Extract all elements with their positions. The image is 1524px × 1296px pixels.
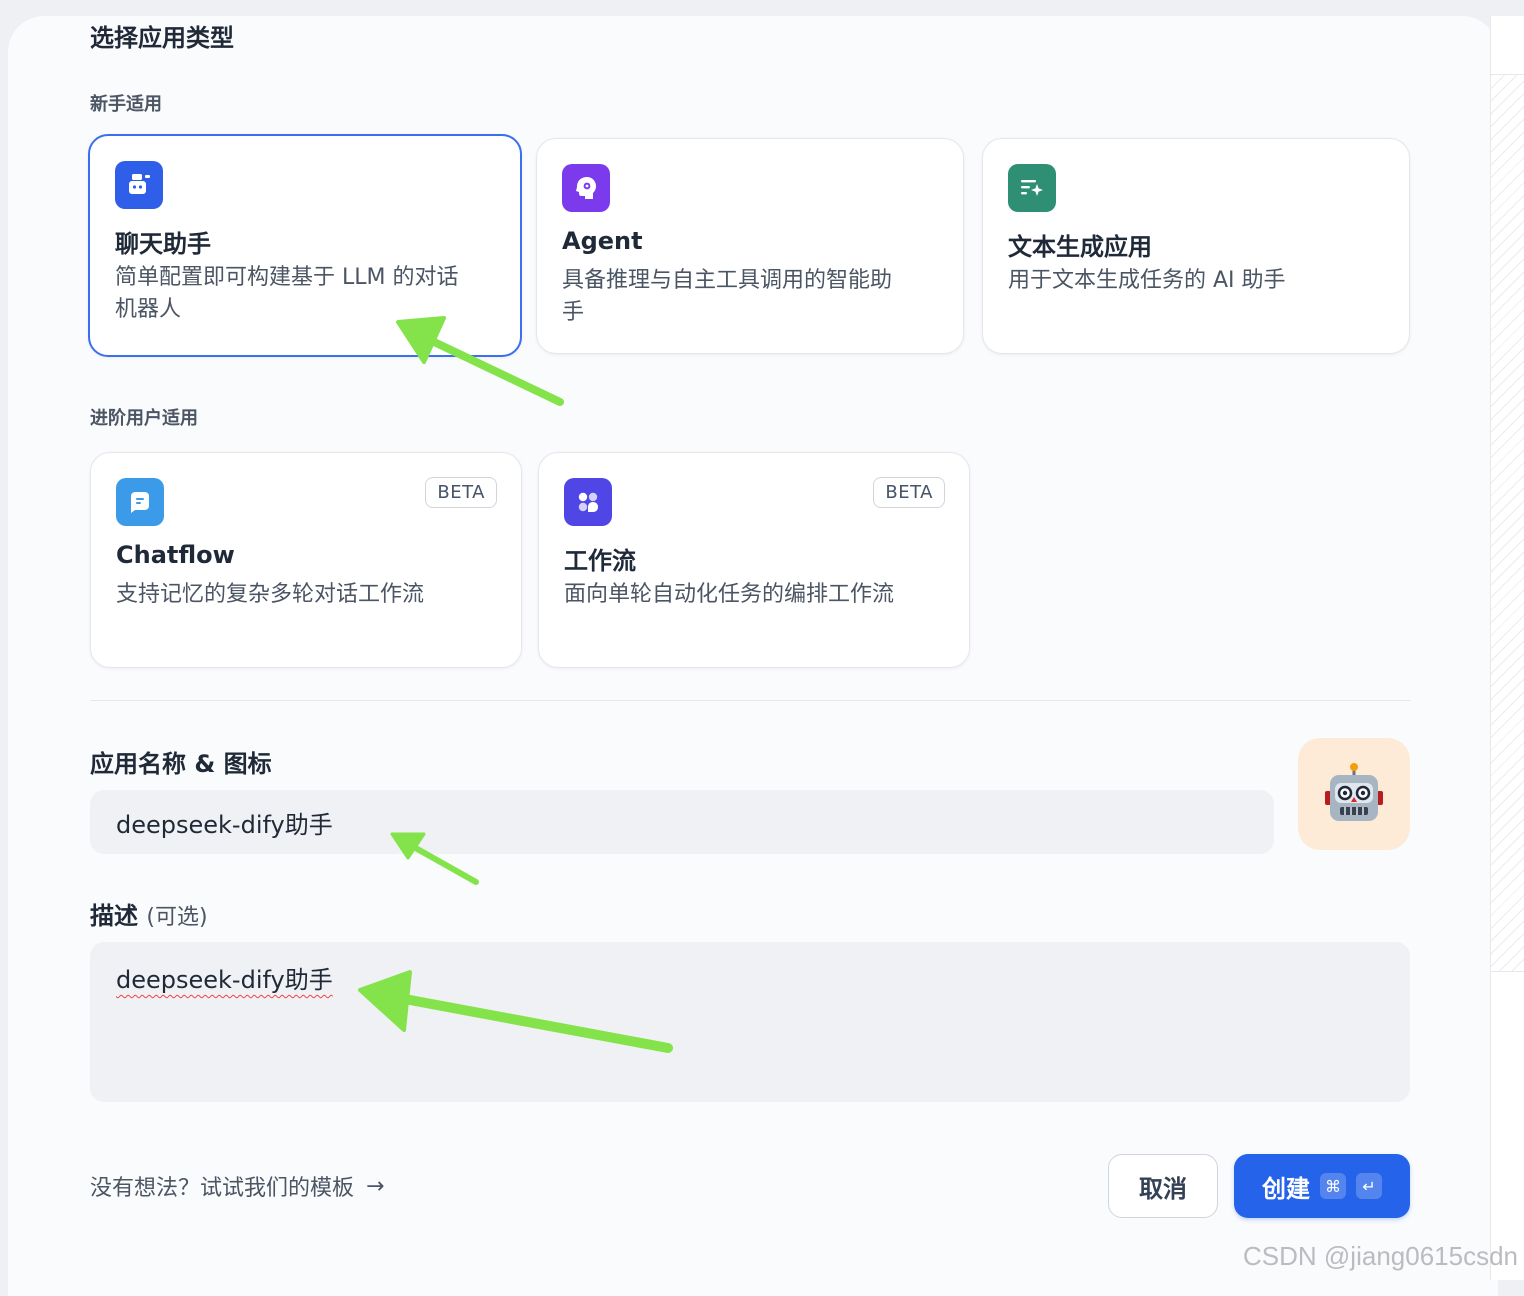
create-button-label: 创建: [1262, 1174, 1310, 1203]
watermark: CSDN @jiang0615csdn: [1243, 1241, 1518, 1271]
dialog-title: 选择应用类型: [90, 24, 234, 52]
cancel-button[interactable]: 取消: [1108, 1154, 1218, 1218]
card-title: Chatflow: [116, 541, 235, 569]
app-type-card-text-generation[interactable]: 文本生成应用 用于文本生成任务的 AI 助手: [982, 138, 1410, 354]
card-description: 面向单轮自动化任务的编排工作流: [564, 579, 894, 611]
enter-key-icon: ↵: [1356, 1173, 1382, 1199]
card-title: 文本生成应用: [1008, 233, 1152, 261]
optional-hint: (可选): [146, 905, 208, 930]
description-textarea[interactable]: deepseek-dify助手: [90, 942, 1410, 1102]
section-divider: [90, 700, 1410, 701]
description-text: deepseek-dify助手: [116, 966, 333, 994]
app-type-card-chat[interactable]: 聊天助手 简单配置即可构建基于 LLM 的对话 机器人: [88, 134, 522, 357]
card-title: 聊天助手: [115, 230, 211, 258]
name-label: 应用名称 & 图标: [90, 750, 272, 778]
create-button[interactable]: 创建 ⌘ ↵: [1234, 1154, 1410, 1218]
arrow-right-icon: →: [366, 1173, 385, 1199]
card-description: 简单配置即可构建基于 LLM 的对话 机器人: [115, 262, 458, 326]
beta-badge: BETA: [425, 477, 497, 508]
card-description-line: 手: [562, 300, 585, 325]
section-advanced: 进阶用户适用: [90, 408, 198, 429]
workflow-icon: [564, 478, 612, 526]
app-icon-picker[interactable]: [1298, 738, 1410, 850]
card-description-line: 具备推理与自主工具调用的智能助: [562, 268, 893, 293]
template-link[interactable]: 没有想法？试试我们的模板 →: [90, 1170, 384, 1202]
card-description-line: 机器人: [115, 297, 182, 322]
command-key-icon: ⌘: [1320, 1173, 1346, 1199]
card-description-line: 简单配置即可构建基于 LLM 的对话: [115, 265, 459, 290]
card-description-line: 面向单轮自动化任务的编排工作流: [564, 582, 895, 607]
chatflow-icon: [116, 478, 164, 526]
card-description: 具备推理与自主工具调用的智能助 手: [562, 265, 892, 329]
app-type-card-agent[interactable]: Agent 具备推理与自主工具调用的智能助 手: [536, 138, 964, 354]
description-label: 描述 (可选): [90, 896, 208, 931]
card-description: 用于文本生成任务的 AI 助手: [1008, 265, 1286, 297]
card-description-line: 支持记忆的复杂多轮对话工作流: [116, 582, 425, 607]
side-panel-edge: [1490, 16, 1524, 1280]
app-name-input[interactable]: [90, 790, 1274, 854]
app-type-card-workflow[interactable]: BETA 工作流 面向单轮自动化任务的编排工作流: [538, 452, 970, 668]
app-type-card-chatflow[interactable]: BETA Chatflow 支持记忆的复杂多轮对话工作流: [90, 452, 522, 668]
chat-bot-icon: [115, 161, 163, 209]
card-title: 工作流: [564, 547, 636, 575]
description-label-text: 描述: [90, 902, 138, 930]
template-link-text: 没有想法？试试我们的模板: [90, 1176, 355, 1201]
section-beginner: 新手适用: [90, 94, 162, 115]
card-title: Agent: [562, 227, 643, 255]
robot-icon: [1325, 763, 1383, 821]
beta-badge: BETA: [873, 477, 945, 508]
agent-brain-icon: [562, 164, 610, 212]
card-description: 支持记忆的复杂多轮对话工作流: [116, 579, 424, 611]
text-sparkle-icon: [1008, 164, 1056, 212]
side-panel-hatch: [1491, 74, 1524, 972]
card-description-line: 用于文本生成任务的 AI 助手: [1008, 268, 1286, 293]
